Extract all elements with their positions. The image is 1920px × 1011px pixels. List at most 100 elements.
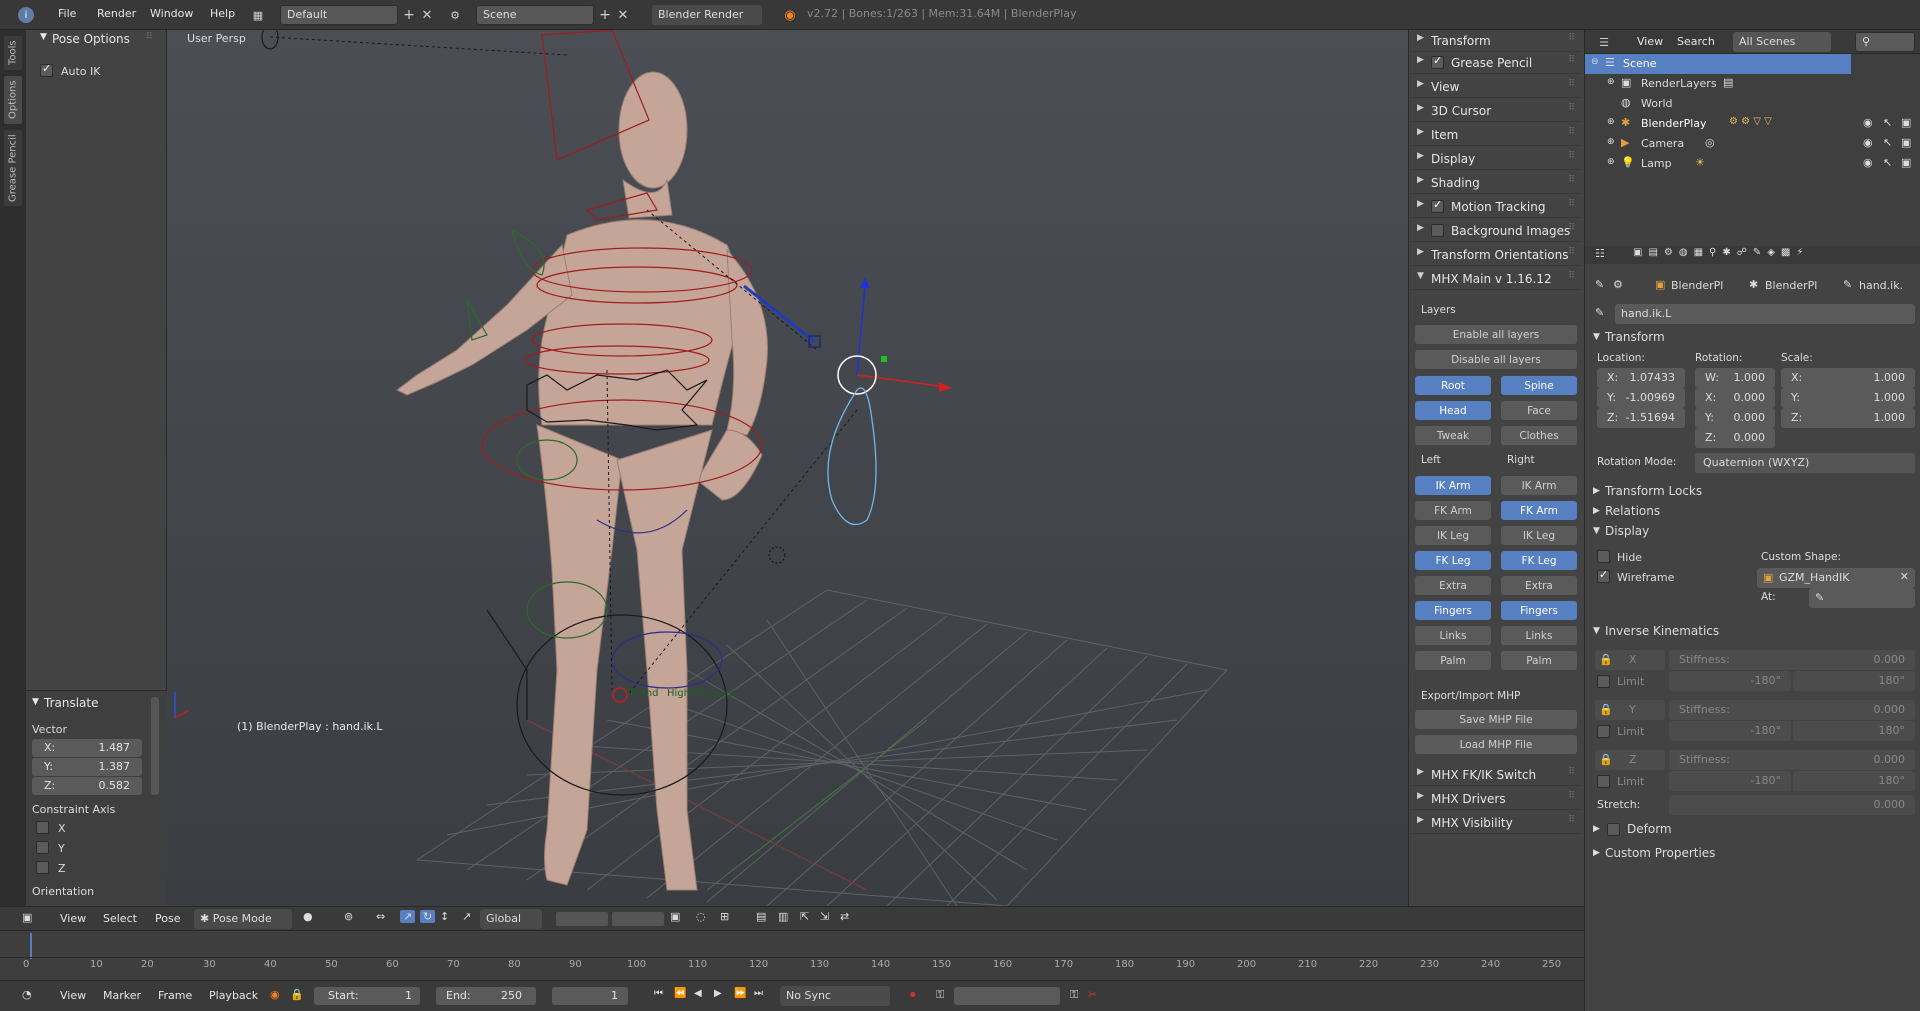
scene-field[interactable]: Scene: [476, 5, 594, 25]
opengl-render-icon[interactable]: ▥: [778, 910, 788, 923]
rotation-mode-select[interactable]: Quaternion (WXYZ): [1695, 453, 1915, 473]
layer-clothes-button[interactable]: Clothes: [1501, 426, 1577, 445]
snap-icon[interactable]: ⊞: [720, 910, 729, 923]
panel-grease-pencil[interactable]: ▶Grease Pencil⠿: [1413, 52, 1581, 74]
panel-scrollbar[interactable]: [151, 697, 159, 795]
timeline-area[interactable]: 0 10 20 30 40 50 60 70 80 90 100 110 120…: [0, 930, 1584, 980]
constraint-z-checkbox[interactable]: [36, 861, 49, 874]
right-palm-button[interactable]: Palm: [1501, 651, 1577, 670]
visibility-eye-icon[interactable]: ◉: [1863, 116, 1873, 129]
panel-item[interactable]: ▶ Item ⠿: [1413, 124, 1581, 146]
tab-tools[interactable]: Tools: [4, 36, 22, 70]
outliner-menu-view[interactable]: View: [1637, 35, 1663, 48]
preview-range-icon[interactable]: ◉: [270, 988, 280, 1001]
tab-grease-pencil[interactable]: Grease Pencil: [4, 130, 22, 206]
clear-field-icon[interactable]: ✕: [1900, 570, 1909, 583]
vector-x-field[interactable]: X: 1.487: [32, 739, 142, 757]
menu-window[interactable]: Window: [150, 7, 193, 20]
right-fk-leg-button[interactable]: FK Leg: [1501, 551, 1577, 570]
proportional-edit-icon[interactable]: ◌: [696, 910, 706, 923]
background-images-checkbox[interactable]: [1431, 224, 1444, 237]
viewport-menu-view[interactable]: View: [60, 912, 86, 925]
at-bone-field[interactable]: ✎: [1809, 588, 1915, 608]
panel-mhx-main[interactable]: ▼ MHX Main v 1.16.12 ⠿: [1413, 268, 1581, 290]
ik-limit-y-max-field[interactable]: 180°: [1793, 721, 1915, 741]
transform-locks-header[interactable]: Transform Locks: [1605, 484, 1702, 498]
copy-pose-icon[interactable]: ⇱: [800, 910, 809, 923]
visibility-eye-icon[interactable]: ◉: [1863, 156, 1873, 169]
outliner-search-input[interactable]: ⚲: [1855, 32, 1915, 52]
select-arrow-icon[interactable]: ↖: [1883, 116, 1892, 129]
bone-name-field[interactable]: hand.ik.L: [1615, 304, 1915, 324]
render-engine-select[interactable]: Blender Render: [652, 5, 762, 25]
inverse-kinematics-header[interactable]: Inverse Kinematics: [1605, 624, 1719, 638]
display-header[interactable]: Display: [1605, 524, 1649, 538]
left-fk-leg-button[interactable]: FK Leg: [1415, 551, 1491, 570]
left-fingers-button[interactable]: Fingers: [1415, 601, 1491, 620]
deform-checkbox[interactable]: [1607, 823, 1620, 836]
lock-range-icon[interactable]: 🔒: [290, 988, 304, 1001]
breadcrumb-armature[interactable]: BlenderPl: [1765, 279, 1817, 292]
ik-stretch-field[interactable]: 0.000: [1669, 795, 1915, 815]
lock-camera-icon[interactable]: ▣: [670, 910, 680, 923]
transform-panel-header[interactable]: Transform: [1605, 330, 1665, 344]
location-z-field[interactable]: Z: -1.51694: [1597, 408, 1685, 428]
ik-lock-x-toggle[interactable]: 🔒 X: [1595, 650, 1665, 670]
collapsed-triangle-icon[interactable]: ▶: [1593, 824, 1600, 834]
timeline-menu-frame[interactable]: Frame: [158, 989, 192, 1002]
render-camera-icon[interactable]: ▣: [1901, 116, 1911, 129]
hide-checkbox[interactable]: [1597, 550, 1610, 563]
scene-icon[interactable]: ⚙: [448, 8, 462, 22]
context-tabs-icons[interactable]: ▣▤⚙◍▦⚲✱☍✎◈▩⚡: [1633, 247, 1809, 258]
layout-field[interactable]: Default: [280, 5, 398, 25]
transform-orientation-icon[interactable]: ↗: [462, 910, 471, 923]
ik-limit-z-min-field[interactable]: -180°: [1669, 771, 1791, 791]
layer-face-button[interactable]: Face: [1501, 401, 1577, 420]
outliner-editor-icon[interactable]: ☰: [1595, 34, 1613, 50]
jump-end-icon[interactable]: ⏭: [754, 988, 763, 999]
ik-stiffness-z-field[interactable]: Stiffness: 0.000: [1669, 750, 1915, 770]
load-mhp-button[interactable]: Load MHP File: [1415, 735, 1577, 754]
3d-viewport[interactable]: User Persp (1) BlenderPlay : hand.ik.L B…: [167, 30, 1408, 906]
left-ik-arm-button[interactable]: IK Arm: [1415, 476, 1491, 495]
outliner-menu-search[interactable]: Search: [1677, 35, 1715, 48]
panel-transform[interactable]: ▶ Transform ⠿: [1413, 30, 1581, 52]
expanded-triangle-icon[interactable]: ▼: [1593, 626, 1600, 636]
left-palm-button[interactable]: Palm: [1415, 651, 1491, 670]
expand-triangle-icon[interactable]: ▼: [40, 32, 47, 42]
jump-start-icon[interactable]: ⏮: [654, 988, 663, 999]
current-frame-field[interactable]: 1: [552, 987, 628, 1005]
grease-pencil-checkbox[interactable]: [1431, 54, 1444, 69]
current-frame-indicator[interactable]: [30, 933, 32, 959]
manipulator-toggle-icon[interactable]: ⇔: [376, 910, 385, 923]
pin-icon[interactable]: ✎: [1595, 278, 1604, 291]
delete-keyframe-icon[interactable]: ✂: [1088, 988, 1097, 1001]
outliner-row-scene[interactable]: ⊖ ☰ Scene: [1585, 54, 1851, 74]
custom-properties-header[interactable]: Custom Properties: [1605, 846, 1715, 860]
outliner-row-lamp[interactable]: ⊕ 💡 Lamp ☀ ◉ ↖ ▣: [1585, 154, 1920, 174]
motion-tracking-checkbox[interactable]: [1431, 198, 1444, 213]
panel-view[interactable]: ▶ View ⠿: [1413, 76, 1581, 98]
start-frame-field[interactable]: Start: 1: [314, 987, 420, 1005]
ik-limit-x-max-field[interactable]: 180°: [1793, 671, 1915, 691]
select-arrow-icon[interactable]: ↖: [1883, 156, 1892, 169]
sync-select[interactable]: No Sync: [780, 986, 890, 1006]
outliner-row-blenderplay[interactable]: ⊕ ✱ BlenderPlay ⚙ ⚙ ▽ ▽ ◉ ↖ ▣: [1585, 114, 1920, 134]
viewport-menu-select[interactable]: Select: [103, 912, 137, 925]
ik-limit-y-min-field[interactable]: -180°: [1669, 721, 1791, 741]
panel-display[interactable]: ▶ Display ⠿: [1413, 148, 1581, 170]
keying-set-icon[interactable]: ⚿: [936, 988, 944, 1002]
context-icon[interactable]: ⚙: [1613, 278, 1623, 291]
info-editor-icon[interactable]: i: [18, 7, 34, 23]
drag-grip-icon[interactable]: ⠿: [146, 32, 153, 42]
location-y-field[interactable]: Y: -1.00969: [1597, 388, 1685, 408]
add-scene-icon[interactable]: +: [598, 7, 612, 23]
expanded-triangle-icon[interactable]: ▼: [1593, 526, 1600, 536]
breadcrumb-bone[interactable]: hand.ik.: [1859, 279, 1903, 292]
right-fk-arm-button[interactable]: FK Arm: [1501, 501, 1577, 520]
vector-z-field[interactable]: Z: 0.582: [32, 777, 142, 795]
layer-tweak-button[interactable]: Tweak: [1415, 426, 1491, 445]
right-links-button[interactable]: Links: [1501, 626, 1577, 645]
relations-header[interactable]: Relations: [1605, 504, 1660, 518]
paste-flipped-pose-icon[interactable]: ⇄: [840, 910, 849, 923]
